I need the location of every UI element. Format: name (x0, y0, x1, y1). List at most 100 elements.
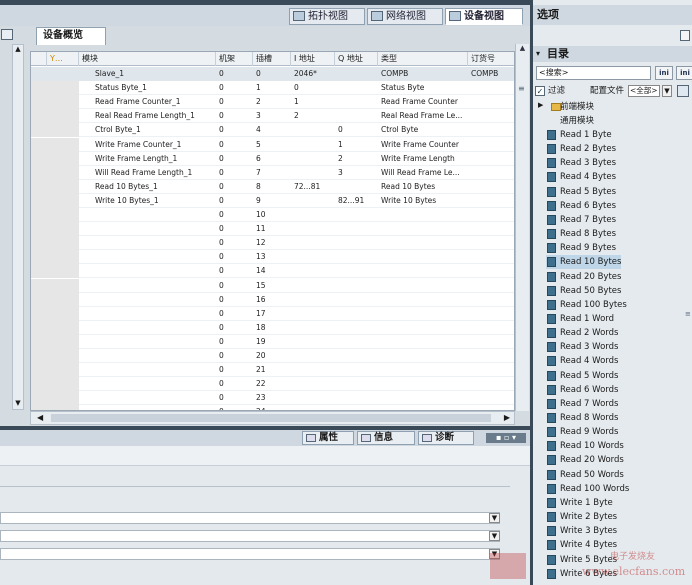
cell-iaddr[interactable]: 1 (291, 95, 335, 109)
cell-qaddr[interactable] (335, 335, 378, 349)
cell-iaddr[interactable] (291, 264, 335, 278)
table-row[interactable]: 0 21 (31, 363, 514, 378)
catalog-item[interactable]: Read 8 Bytes (546, 227, 616, 241)
cell-slot[interactable]: 4 (253, 123, 291, 137)
table-row[interactable]: 0 17 (31, 306, 514, 321)
cell-rack[interactable]: 0 (216, 250, 253, 264)
catalog-item[interactable]: Read 100 Bytes (546, 298, 627, 312)
cell-qaddr[interactable]: 3 (335, 166, 378, 180)
catalog-item[interactable]: Read 10 Bytes (546, 255, 622, 270)
cell-slot[interactable]: 15 (253, 279, 291, 293)
cell-type[interactable] (378, 293, 468, 307)
cell-type[interactable] (378, 264, 468, 278)
catalog-item[interactable]: Read 2 Bytes (546, 142, 616, 156)
table-row[interactable]: 0 18 (31, 320, 514, 335)
catalog-item[interactable]: Read 100 Words (546, 482, 629, 496)
table-row[interactable]: Status Byte_1 0 1 0 Status Byte (31, 81, 514, 96)
catalog-item[interactable]: Read 9 Words (546, 425, 618, 439)
table-row[interactable]: Read 10 Bytes_1 0 8 72...81 Read 10 Bytes (31, 179, 514, 194)
table-row[interactable]: Write Frame Counter_1 0 5 1 Write Frame Coun… (31, 137, 514, 152)
cell-slot[interactable]: 16 (253, 293, 291, 307)
cell-type[interactable] (378, 307, 468, 321)
catalog-item[interactable]: Write 2 Bytes (546, 510, 617, 524)
catalog-item[interactable]: Read 5 Bytes (546, 185, 616, 199)
cell-qaddr[interactable] (335, 250, 378, 264)
tab-network-view[interactable]: 网络视图 (367, 8, 443, 25)
cell-order[interactable] (468, 194, 514, 208)
table-row[interactable]: 0 15 (31, 278, 514, 293)
cell-rack[interactable]: 0 (216, 349, 253, 363)
table-row[interactable]: 0 16 (31, 292, 514, 307)
cell-slot[interactable]: 12 (253, 236, 291, 250)
table-row[interactable]: 0 14 (31, 264, 514, 279)
cell-rack[interactable]: 0 (216, 236, 253, 250)
catalog-item[interactable]: Write 3 Bytes (546, 524, 617, 538)
search-down-icon[interactable]: ini (655, 66, 673, 80)
cell-order[interactable] (468, 307, 514, 321)
left-vertical-scrollbar[interactable]: ▲ ▼ (12, 44, 24, 410)
cell-rack[interactable]: 0 (216, 138, 253, 152)
cell-order[interactable] (468, 279, 514, 293)
cell-qaddr[interactable]: 82...91 (335, 194, 378, 208)
cell-rack[interactable]: 0 (216, 123, 253, 137)
catalog-item[interactable]: Read 7 Bytes (546, 213, 616, 227)
tab-device-overview[interactable]: 设备概览 (36, 27, 106, 45)
scroll-thumb[interactable] (51, 414, 491, 422)
cell-slot[interactable]: 1 (253, 81, 291, 95)
chevron-down-icon[interactable]: ▾ (536, 49, 540, 58)
cell-module[interactable]: Read Frame Counter_1 (79, 95, 216, 109)
cell-order[interactable] (468, 95, 514, 109)
cell-qaddr[interactable] (335, 95, 378, 109)
cell-type[interactable]: Write Frame Length (378, 152, 468, 166)
cell-module[interactable]: Status Byte_1 (79, 81, 216, 95)
cell-qaddr[interactable] (335, 293, 378, 307)
cell-rack[interactable]: 0 (216, 166, 253, 180)
catalog-item[interactable]: Read 10 Words (546, 439, 624, 453)
property-field-2[interactable] (0, 530, 500, 542)
cell-slot[interactable]: 18 (253, 321, 291, 335)
catalog-item[interactable]: Read 3 Words (546, 340, 618, 354)
catalog-folder-universal[interactable]: 通用模块 (546, 114, 594, 128)
cell-module[interactable] (79, 208, 216, 222)
catalog-item[interactable]: Read 6 Bytes (546, 199, 616, 213)
cell-type[interactable]: Write 10 Bytes (378, 194, 468, 208)
cell-type[interactable] (378, 391, 468, 405)
cell-iaddr[interactable] (291, 293, 335, 307)
table-row[interactable]: Slave_1 0 0 2046* COMPB COMPB (31, 67, 514, 82)
catalog-vertical-scrollbar[interactable]: ≡ (684, 110, 692, 585)
cell-module[interactable]: Read 10 Bytes_1 (79, 180, 216, 194)
cell-iaddr[interactable] (291, 321, 335, 335)
cell-iaddr[interactable] (291, 363, 335, 377)
cell-type[interactable]: Write Frame Counter (378, 138, 468, 152)
cell-iaddr[interactable] (291, 152, 335, 166)
cell-slot[interactable]: 2 (253, 95, 291, 109)
cell-iaddr[interactable] (291, 250, 335, 264)
cell-qaddr[interactable] (335, 391, 378, 405)
cell-rack[interactable]: 0 (216, 152, 253, 166)
cell-type[interactable]: COMPB (378, 67, 468, 81)
cell-qaddr[interactable] (335, 377, 378, 391)
cell-module[interactable]: Will Read Frame Length_1 (79, 166, 216, 180)
cell-module[interactable] (79, 307, 216, 321)
catalog-item[interactable]: Read 50 Words (546, 468, 624, 482)
cell-slot[interactable]: 23 (253, 391, 291, 405)
table-row[interactable]: 0 23 (31, 391, 514, 406)
catalog-item[interactable]: Read 8 Words (546, 411, 618, 425)
cell-type[interactable] (378, 349, 468, 363)
cell-module[interactable]: Ctrol Byte_1 (79, 123, 216, 137)
cell-slot[interactable]: 9 (253, 194, 291, 208)
cell-type[interactable]: Read Frame Counter (378, 95, 468, 109)
cell-rack[interactable]: 0 (216, 391, 253, 405)
cell-module[interactable]: Slave_1 (79, 67, 216, 81)
cell-rack[interactable]: 0 (216, 307, 253, 321)
cell-qaddr[interactable] (335, 236, 378, 250)
cell-module[interactable] (79, 222, 216, 236)
cell-rack[interactable]: 0 (216, 208, 253, 222)
cell-slot[interactable]: 22 (253, 377, 291, 391)
cell-iaddr[interactable]: 2046* (291, 67, 335, 81)
cell-order[interactable] (468, 321, 514, 335)
cell-order[interactable] (468, 264, 514, 278)
dropdown-arrow-icon[interactable]: ▼ (489, 513, 500, 523)
catalog-header[interactable]: 目录 (533, 46, 692, 62)
tab-device-view[interactable]: 设备视图 (445, 8, 523, 25)
